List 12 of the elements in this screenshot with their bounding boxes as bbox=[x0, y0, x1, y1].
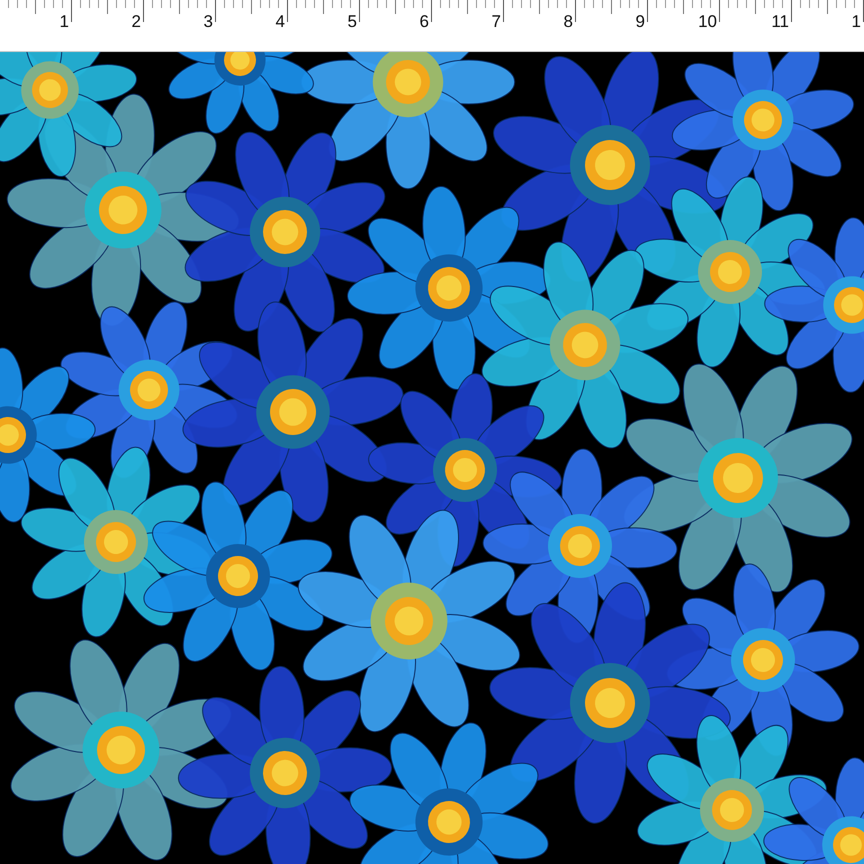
ruler-number: 7 bbox=[492, 12, 501, 32]
ruler-number: 1 bbox=[852, 12, 861, 32]
ruler-number: 9 bbox=[636, 12, 645, 32]
ruler-number: 5 bbox=[348, 12, 357, 32]
ruler-number: 4 bbox=[276, 12, 285, 32]
ruler-number: 6 bbox=[420, 12, 429, 32]
ruler-number: 2 bbox=[132, 12, 141, 32]
ruler-number: 8 bbox=[564, 12, 573, 32]
ruler-number: 11 bbox=[771, 12, 789, 32]
ruler-number: 10 bbox=[698, 12, 717, 32]
ruler-number: 3 bbox=[204, 12, 213, 32]
ruler-number: 1 bbox=[60, 12, 69, 32]
